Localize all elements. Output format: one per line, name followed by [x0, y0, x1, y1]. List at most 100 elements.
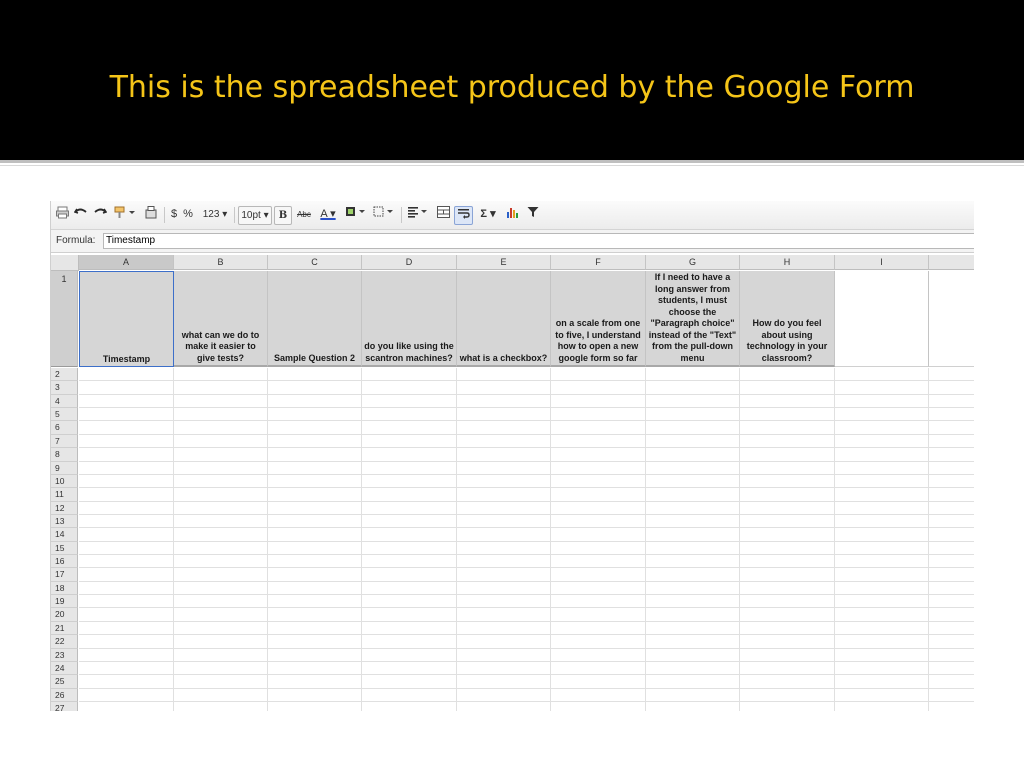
percent-button[interactable]: % [182, 206, 194, 223]
cell-b1[interactable]: what can we do to make it easier to give… [174, 271, 268, 367]
column-header-e[interactable]: E [457, 255, 551, 270]
row-number[interactable]: 7 [51, 434, 78, 449]
cell-d1[interactable]: do you like using the scantron machines? [362, 271, 457, 367]
row-number[interactable]: 5 [51, 408, 78, 422]
row-gridline [79, 674, 974, 676]
column-header-h[interactable]: H [740, 255, 835, 270]
column-header-b[interactable]: B [174, 255, 268, 270]
row-number[interactable]: 14 [51, 528, 78, 542]
row-gridline [79, 540, 974, 542]
font-size-dropdown[interactable]: 10pt ▾ [238, 206, 272, 225]
row-gridline [79, 473, 974, 475]
row-gridline [79, 460, 974, 462]
fill-color-icon[interactable] [344, 206, 368, 223]
row-number[interactable]: 4 [51, 394, 78, 409]
row-number[interactable]: 11 [51, 488, 78, 502]
separator [401, 207, 402, 223]
column-gridline [361, 368, 362, 711]
row-gridline [79, 433, 974, 435]
row-gridline [79, 580, 974, 582]
cell-a1[interactable]: Timestamp [79, 271, 174, 367]
undo-icon[interactable] [73, 206, 89, 223]
row-number[interactable]: 17 [51, 568, 78, 582]
wrap-text-icon[interactable] [454, 206, 473, 225]
select-all-corner[interactable] [51, 255, 79, 271]
row-gridline [79, 487, 974, 489]
row-gridline [79, 634, 974, 636]
spreadsheet-grid: A B C D E F G H I 1 Timestamp what can w… [51, 255, 974, 711]
text-color-dropdown[interactable]: A ▾ [316, 206, 340, 223]
row-number[interactable]: 20 [51, 608, 78, 622]
row-number[interactable]: 22 [51, 635, 78, 649]
row-gridline [79, 660, 974, 662]
column-header-a[interactable]: A [79, 255, 174, 270]
formula-label: Formula: [56, 235, 96, 246]
row-number[interactable]: 15 [51, 541, 78, 556]
row-gridline [79, 393, 974, 395]
strikethrough-button[interactable]: Abc [294, 206, 314, 223]
row-number[interactable]: 16 [51, 555, 78, 569]
row-gridline [79, 447, 974, 449]
filter-icon[interactable] [526, 206, 540, 223]
copy-icon[interactable] [143, 206, 159, 223]
bold-button[interactable]: B [274, 206, 292, 225]
column-gridline [456, 368, 457, 711]
row-number[interactable]: 12 [51, 501, 78, 515]
cell-e1[interactable]: what is a checkbox? [457, 271, 551, 367]
cell-f1[interactable]: on a scale from one to five, I understan… [551, 271, 646, 367]
row-number[interactable]: 27 [51, 702, 78, 711]
row-number[interactable]: 24 [51, 661, 78, 676]
toolbar: $ % 123 ▾ 10pt ▾ B Abc A ▾ Σ ▾ [51, 201, 974, 230]
paint-format-icon[interactable] [113, 206, 137, 223]
row-gridline [79, 554, 974, 556]
row-number[interactable]: 25 [51, 675, 78, 689]
column-header-i[interactable]: I [835, 255, 929, 270]
column-gridline [645, 368, 646, 711]
row-number[interactable]: 3 [51, 381, 78, 395]
formula-bar: Formula: Timestamp [51, 230, 974, 253]
cell-c1[interactable]: Sample Question 2 [268, 271, 362, 367]
number-format-dropdown[interactable]: 123 ▾ [199, 206, 231, 223]
sum-dropdown[interactable]: Σ ▾ [477, 206, 499, 223]
borders-icon[interactable] [372, 206, 396, 223]
cell-g1[interactable]: If I need to have a long answer from stu… [646, 271, 740, 367]
row-gridline [79, 380, 974, 382]
row-number[interactable]: 10 [51, 474, 78, 489]
column-header-c[interactable]: C [268, 255, 362, 270]
row-gridline [79, 567, 974, 569]
separator [164, 207, 165, 223]
align-icon[interactable] [406, 206, 430, 223]
merge-cells-icon[interactable] [435, 206, 451, 223]
row-number[interactable]: 13 [51, 514, 78, 529]
column-gridline [267, 368, 268, 711]
row-number[interactable]: 6 [51, 421, 78, 435]
column-header-f[interactable]: F [551, 255, 646, 270]
row-gridline [79, 500, 974, 502]
slide-title: This is the spreadsheet produced by the … [109, 70, 915, 105]
row-number[interactable]: 26 [51, 688, 78, 702]
row-gridline [79, 687, 974, 689]
cell-h1[interactable]: How do you feel about using technology i… [740, 271, 835, 367]
row-number[interactable]: 19 [51, 595, 78, 609]
row-number[interactable]: 23 [51, 648, 78, 662]
print-icon[interactable] [55, 206, 69, 223]
redo-icon[interactable] [92, 206, 108, 223]
row-number[interactable]: 9 [51, 461, 78, 475]
column-header-d[interactable]: D [362, 255, 457, 270]
column-header-blank [929, 255, 974, 270]
row-number[interactable]: 8 [51, 448, 78, 462]
chart-icon[interactable] [505, 206, 521, 223]
row-gridline [79, 701, 974, 702]
cell-i1[interactable] [835, 271, 929, 367]
row-number[interactable]: 18 [51, 581, 78, 596]
column-gridline [173, 368, 174, 711]
row-gridline [79, 407, 974, 409]
row-number-1[interactable]: 1 [51, 271, 78, 367]
divider [0, 160, 1024, 163]
formula-input[interactable]: Timestamp [103, 233, 974, 249]
row-number[interactable]: 2 [51, 368, 78, 382]
currency-button[interactable]: $ [169, 206, 179, 223]
row-number[interactable]: 21 [51, 621, 78, 636]
column-header-g[interactable]: G [646, 255, 740, 270]
row-gridline [79, 620, 974, 622]
